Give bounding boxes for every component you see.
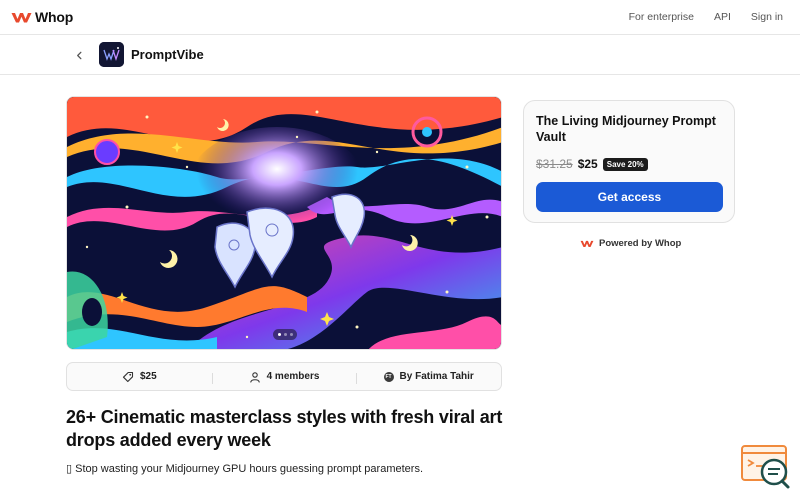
creator-info[interactable]: FT By Fatima Tahir (356, 371, 501, 384)
whop-logo-icon (580, 240, 594, 248)
price-row: $31.25 $25 Save 20% (536, 157, 648, 171)
purchase-card: The Living Midjourney Prompt Vault $31.2… (523, 100, 735, 223)
powered-by-text[interactable]: Powered by Whop (599, 238, 681, 249)
person-icon (249, 371, 260, 383)
nav-api-link[interactable]: API (714, 11, 731, 23)
powered-by-whop[interactable]: Powered by Whop (580, 238, 681, 249)
carousel-indicator[interactable] (273, 329, 297, 340)
members-info-text: 4 members (266, 371, 320, 382)
carousel-dot-2[interactable] (283, 333, 287, 336)
store-logo-icon (99, 42, 124, 67)
price-info: $25 (67, 371, 212, 383)
tag-icon (122, 371, 134, 382)
brand-name: Whop (35, 9, 74, 25)
discounted-price: $25 (577, 157, 598, 171)
store-name[interactable]: PromptVibe (131, 47, 204, 62)
discount-badge: Save 20% (602, 157, 648, 171)
get-access-button[interactable]: Get access (536, 182, 723, 212)
product-hero-image[interactable] (66, 96, 502, 350)
help-chat-widget[interactable] (740, 444, 792, 490)
top-header: Whop For enterprise API Sign in (0, 0, 800, 35)
original-price: $31.25 (536, 157, 573, 171)
nav-for-enterprise-link[interactable]: For enterprise (629, 11, 694, 23)
nav-sign-in-link[interactable]: Sign in (751, 11, 783, 23)
back-button[interactable] (70, 46, 88, 64)
creator-avatar: FT (383, 371, 394, 382)
psychedelic-artwork (67, 97, 501, 349)
members-info: 4 members (211, 371, 357, 384)
whop-logo-icon (11, 13, 32, 23)
store-header: PromptVibe (0, 35, 800, 75)
carousel-dot-3[interactable] (289, 333, 293, 336)
chevron-left-icon (76, 51, 81, 59)
creator-info-text[interactable]: By Fatima Tahir (400, 371, 474, 382)
product-info-bar: $25 4 members FT By Fatima Tahir (66, 362, 502, 391)
carousel-dot-1[interactable] (277, 333, 281, 336)
product-description: ▯ Stop wasting your Midjourney GPU hours… (66, 463, 423, 475)
top-nav: For enterprise API Sign in (629, 11, 783, 23)
chat-search-icon (741, 445, 790, 489)
whop-logo-link[interactable]: Whop (11, 9, 73, 25)
product-headline: 26+ Cinematic masterclass styles with fr… (66, 407, 503, 450)
product-title: The Living Midjourney Prompt Vault (536, 114, 716, 144)
store-avatar[interactable] (99, 42, 124, 67)
price-info-text: $25 (139, 371, 157, 382)
